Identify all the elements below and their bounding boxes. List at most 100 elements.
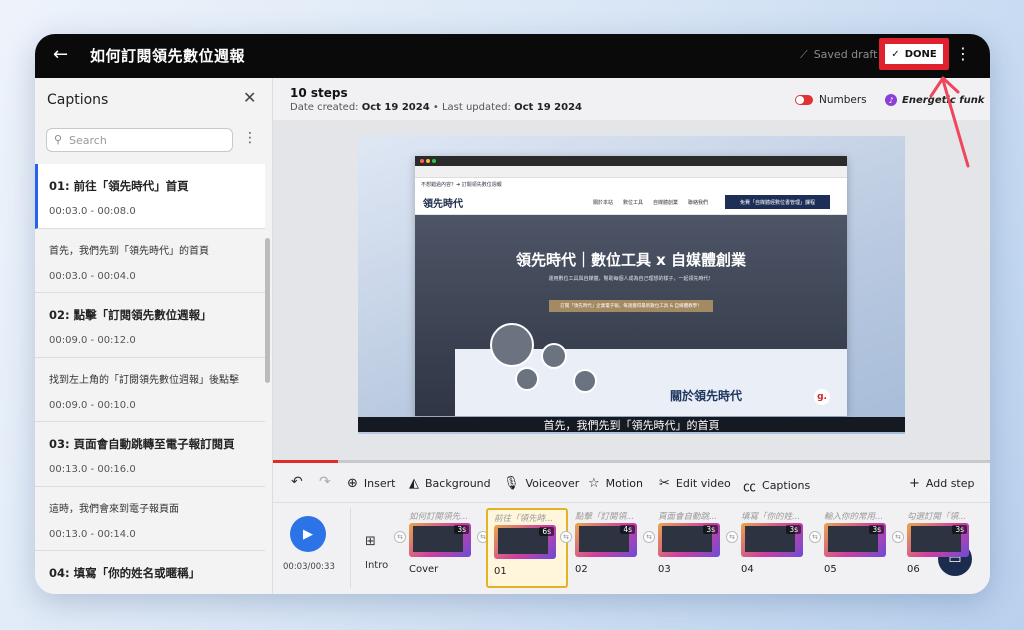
main-panel: 10 steps Date created: Oct 19 2024 • Las… bbox=[273, 78, 990, 594]
timeline-clip[interactable]: 前往「領先時... 6s 01 bbox=[486, 508, 568, 588]
more-menu-icon[interactable]: ⋮ bbox=[955, 44, 971, 63]
clip-thumbnail: 3s bbox=[907, 523, 969, 557]
add-intro-icon[interactable]: ⊞ bbox=[365, 534, 376, 549]
search-placeholder: Search bbox=[69, 134, 107, 147]
clip-label: 03 bbox=[658, 564, 671, 575]
edit-video-button[interactable]: ✂ Edit video bbox=[659, 476, 731, 491]
window-close-dot bbox=[420, 159, 424, 163]
site-nav-link: 數位工具 bbox=[623, 200, 644, 206]
microphone-icon: 🎙 bbox=[503, 476, 520, 491]
edit-toolbar: ↶ ↷ ⊕ Insert ◭ Background 🎙 Voiceover ☆ Moti… bbox=[273, 463, 990, 503]
insert-button[interactable]: ⊕ Insert bbox=[347, 476, 395, 491]
caption-step-item[interactable]: 04: 填寫「你的姓名或暱稱」 00:16.0 - 00:19.0 bbox=[35, 551, 265, 594]
hero-button: 訂閱「領先時代」企業電子報，每週獲得最新數位工具 & 自媒體教學！ bbox=[549, 300, 713, 312]
numbers-label: Numbers bbox=[819, 94, 867, 106]
motion-button[interactable]: ☆ Motion bbox=[588, 476, 643, 491]
play-button[interactable]: ▶ bbox=[290, 516, 326, 552]
intro-label[interactable]: Intro bbox=[365, 560, 388, 571]
clip-duration: 3s bbox=[869, 525, 884, 534]
close-icon[interactable]: ✕ bbox=[243, 88, 256, 107]
clip-caption: 點擊「訂閱領... bbox=[575, 512, 635, 522]
search-input[interactable]: ⚲ Search bbox=[46, 128, 233, 152]
clip-label: 02 bbox=[575, 564, 588, 575]
timeline-clip[interactable]: 如何訂閱領先... 3s Cover bbox=[403, 508, 485, 588]
caption-line-item[interactable]: 這時，我們會來到電子報頁面 00:13.0 - 00:14.0 bbox=[35, 487, 265, 551]
site-nav-cta: 免費「自媒體經數位書管理」課程 bbox=[725, 195, 830, 209]
motion-label: Motion bbox=[605, 477, 643, 490]
clip-label: 04 bbox=[741, 564, 754, 575]
caption-time-range: 00:03.0 - 00:04.0 bbox=[49, 271, 136, 282]
sidebar-more-icon[interactable]: ⋮ bbox=[243, 130, 257, 146]
done-button[interactable]: ✓ DONE bbox=[885, 44, 943, 64]
clip-duration: 3s bbox=[703, 525, 718, 534]
add-step-button[interactable]: + Add step bbox=[909, 476, 975, 491]
clip-thumbnail: 3s bbox=[741, 523, 803, 557]
caption-time-range: 00:13.0 - 00:16.0 bbox=[49, 464, 136, 475]
clip-thumbnail: 4s bbox=[575, 523, 637, 557]
caption-step-item[interactable]: 02: 點擊「訂閱領先數位週報」 00:09.0 - 00:12.0 bbox=[35, 293, 265, 358]
clip-label: Cover bbox=[409, 564, 439, 575]
play-icon: ▶ bbox=[303, 526, 313, 542]
search-icon: ⚲ bbox=[54, 133, 63, 146]
timeline-clip[interactable]: 頁面會自動跳... 3s 03 bbox=[652, 508, 734, 588]
clip-thumbnail: 3s bbox=[824, 523, 886, 557]
person-avatar-icon bbox=[490, 323, 534, 367]
captions-button[interactable]: ㏄ Captions bbox=[743, 476, 810, 495]
music-selector[interactable]: ♪ Energetic funk bbox=[885, 94, 984, 106]
clip-label: 06 bbox=[907, 564, 920, 575]
steps-count: 10 steps bbox=[290, 86, 348, 100]
caption-step-item[interactable]: 01: 前往「領先時代」首頁 00:03.0 - 00:08.0 bbox=[35, 164, 265, 229]
timeline-divider bbox=[350, 508, 351, 588]
timeline-clip[interactable]: 點擊「訂閱領... 4s 02 bbox=[569, 508, 651, 588]
caption-step-item[interactable]: 03: 頁面會自動跳轉至電子報訂閱頁 00:13.0 - 00:16.0 bbox=[35, 422, 265, 487]
clip-label: 05 bbox=[824, 564, 837, 575]
insert-label: Insert bbox=[363, 477, 396, 490]
back-arrow-icon[interactable]: ← bbox=[53, 44, 68, 65]
clip-caption: 頁面會自動跳... bbox=[658, 512, 718, 522]
music-note-icon: ♪ bbox=[885, 94, 897, 106]
sidebar-scrollbar[interactable] bbox=[265, 238, 270, 383]
done-highlight: ✓ DONE bbox=[879, 38, 949, 70]
site-nav: 領先時代 關於本站 數位工具 自媒體創業 聯絡我們 免費「自媒體經數位書管理」課程 bbox=[415, 189, 847, 215]
toggle-switch[interactable] bbox=[795, 95, 813, 105]
caption-line-text: 這時，我們會來到電子報頁面 bbox=[49, 504, 179, 515]
caption-line-item[interactable]: 首先，我們先到「領先時代」的首頁 00:03.0 - 00:04.0 bbox=[35, 229, 265, 293]
clip-duration: 3s bbox=[454, 525, 469, 534]
edit-video-label: Edit video bbox=[675, 477, 731, 490]
playback-time: 00:03/00:33 bbox=[283, 562, 335, 572]
person-avatar-icon bbox=[541, 343, 567, 369]
plus-circle-icon: ⊕ bbox=[347, 476, 358, 491]
caption-line-item[interactable]: 找到左上角的「訂閱領先數位週報」後點擊 00:09.0 - 00:10.0 bbox=[35, 358, 265, 422]
site-nav-links: 關於本站 數位工具 自媒體創業 聯絡我們 bbox=[593, 199, 708, 206]
numbers-toggle[interactable]: Numbers bbox=[795, 94, 867, 106]
redo-icon[interactable]: ↷ bbox=[319, 474, 331, 490]
site-hero: 領先時代｜數位工具 x 自媒體創業 運用數位工具與自媒體，幫助每個人成為自己理想… bbox=[415, 215, 847, 416]
browser-screenshot: 不想錯過內容？➜ 訂閱領先數位週報 領先時代 關於本站 數位工具 自媒體創業 聯絡我們… bbox=[415, 156, 847, 416]
person-avatar-icon bbox=[515, 367, 539, 391]
brand-badge: g. bbox=[814, 389, 830, 405]
plus-icon: + bbox=[909, 476, 920, 491]
caption-time-range: 00:16.0 - 00:19.0 bbox=[49, 593, 136, 594]
check-icon: ✓ bbox=[891, 48, 900, 60]
caption-step-title: 03: 頁面會自動跳轉至電子報訂閱頁 bbox=[49, 437, 235, 451]
background-button[interactable]: ◭ Background bbox=[409, 476, 491, 491]
undo-icon[interactable]: ↶ bbox=[291, 474, 303, 490]
timeline-clip[interactable]: 填寫「你的姓... 3s 04 bbox=[735, 508, 817, 588]
saved-draft-label: Saved draft bbox=[813, 48, 878, 61]
background-label: Background bbox=[425, 477, 491, 490]
timeline-clip[interactable]: 輸入你的常用... 3s 05 bbox=[818, 508, 900, 588]
captions-sidebar: Captions ✕ ⚲ Search ⋮ 01: 前往「領先時代」首頁 00:0… bbox=[35, 78, 273, 594]
browser-url-bar bbox=[415, 166, 847, 178]
clip-caption: 前往「領先時... bbox=[494, 514, 554, 524]
voiceover-button[interactable]: 🎙 Voiceover bbox=[503, 476, 579, 491]
site-logo: 領先時代 bbox=[423, 199, 463, 210]
add-step-label: Add step bbox=[925, 477, 975, 490]
clip-duration: 3s bbox=[952, 525, 967, 534]
saved-draft-status: ⟋ Saved draft bbox=[800, 48, 877, 62]
clip-duration: 4s bbox=[620, 525, 635, 534]
caption-time-range: 00:09.0 - 00:10.0 bbox=[49, 400, 136, 411]
timeline-clip[interactable]: 勾選訂閱「領... 3s 06 bbox=[901, 508, 983, 588]
video-preview[interactable]: 不想錯過內容？➜ 訂閱領先數位週報 領先時代 關於本站 數位工具 自媒體創業 聯絡我們… bbox=[358, 136, 905, 434]
music-label: Energetic funk bbox=[902, 94, 985, 106]
caption-line-text: 找到左上角的「訂閱領先數位週報」後點擊 bbox=[49, 375, 239, 386]
